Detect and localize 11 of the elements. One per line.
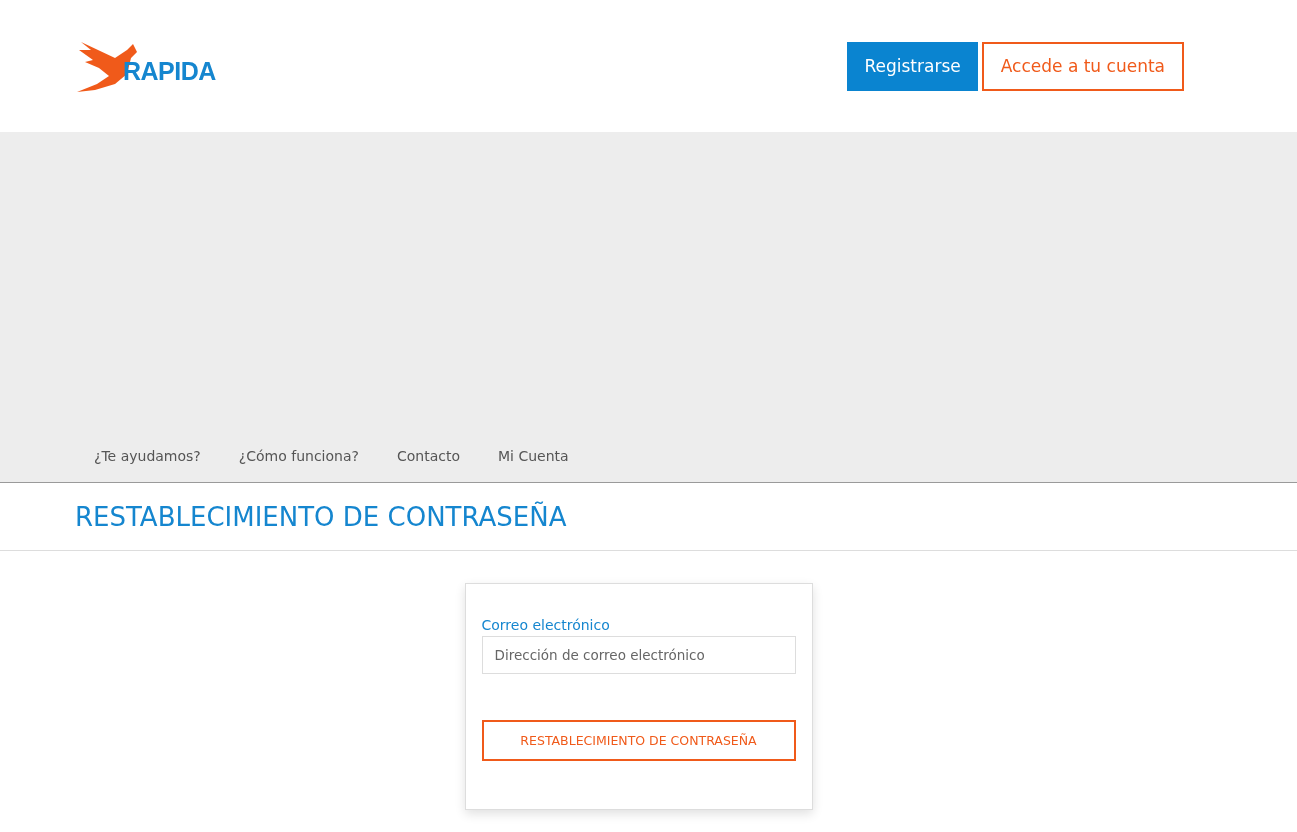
logo-text: RAPIDA <box>123 57 216 86</box>
page-title: RESTABLECIMIENTO DE CONTRASEÑA <box>75 501 567 532</box>
nav-link[interactable]: ¿Te ayudamos? <box>75 448 220 464</box>
field-label: Correo electrónico <box>481 617 611 633</box>
register-button[interactable]: Registrarse <box>847 41 978 91</box>
nav-link[interactable]: ¿Cómo funciona? <box>219 448 378 464</box>
nav-link[interactable]: Contacto <box>377 448 479 464</box>
email-field[interactable]: Dirección de correo electrónico <box>481 636 796 674</box>
reset-password-button[interactable]: RESTABLECIMIENTO DE CONTRASEÑA <box>481 720 796 761</box>
nav-link[interactable]: Mi Cuenta <box>479 448 588 464</box>
login-button[interactable]: Accede a tu cuenta <box>981 41 1184 91</box>
